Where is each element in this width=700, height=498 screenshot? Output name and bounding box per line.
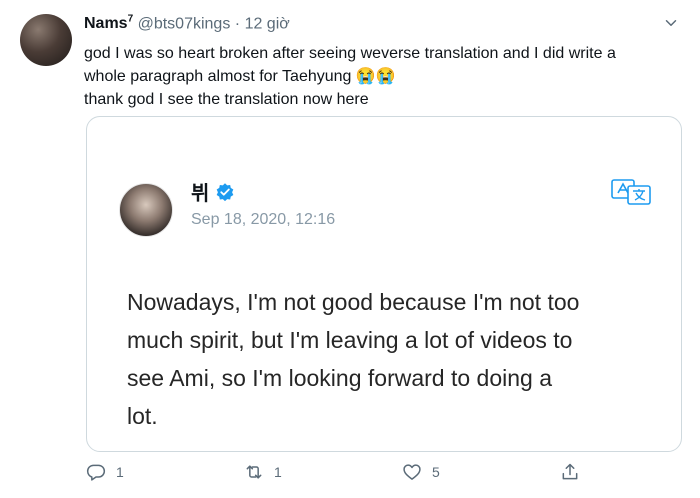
reply-icon [86, 464, 106, 481]
author-superscript: 7 [127, 14, 134, 25]
quoted-tweet-body: Nowadays, I'm not good because I'm not t… [127, 283, 657, 435]
quoted-author-avatar[interactable] [119, 183, 173, 237]
chevron-down-icon[interactable] [662, 14, 680, 32]
quoted-author-name-text: 뷔 [191, 183, 210, 205]
tweet-actions: 1 1 5 [0, 462, 700, 488]
verified-badge-icon [217, 182, 234, 201]
reply-button[interactable]: 1 [86, 462, 124, 482]
quoted-author-name[interactable]: 뷔 [191, 177, 235, 206]
tweet-header: Nams7 @bts07kings · 12 giờ [84, 14, 290, 33]
translate-icon[interactable] [611, 179, 651, 205]
quoted-body-line: Nowadays, I'm not good because I'm not t… [127, 289, 580, 315]
author-handle[interactable]: @bts07kings [138, 15, 231, 32]
tweet-line: whole paragraph almost for Taehyung 😭😭 [84, 68, 396, 85]
tweet-line: god I was so heart broken after seeing w… [84, 45, 616, 62]
tweet-time[interactable]: 12 giờ [245, 15, 290, 32]
retweet-icon [246, 465, 262, 479]
tweet-text: god I was so heart broken after seeing w… [84, 42, 684, 111]
reply-count: 1 [116, 464, 124, 480]
quoted-body-line: see Ami, so I'm looking forward to doing… [127, 365, 552, 391]
author-name[interactable]: Nams7 [84, 14, 134, 32]
retweet-button[interactable]: 1 [244, 462, 282, 482]
header-separator: · [234, 15, 241, 33]
quoted-tweet-card[interactable]: 뷔 Sep 18, 2020, 12:16 Nowadays, I'm not … [86, 116, 682, 452]
share-button[interactable] [560, 462, 580, 482]
tweet-line: thank god I see the translation now here [84, 91, 369, 108]
share-icon [562, 463, 578, 480]
like-button[interactable]: 5 [402, 462, 440, 482]
quoted-timestamp[interactable]: Sep 18, 2020, 12:16 [191, 211, 335, 229]
quoted-body-line: lot. [127, 403, 158, 429]
like-count: 5 [432, 464, 440, 480]
retweet-count: 1 [274, 464, 282, 480]
heart-icon [403, 464, 421, 480]
author-avatar[interactable] [20, 14, 72, 66]
quoted-body-line: much spirit, but I'm leaving a lot of vi… [127, 327, 573, 353]
